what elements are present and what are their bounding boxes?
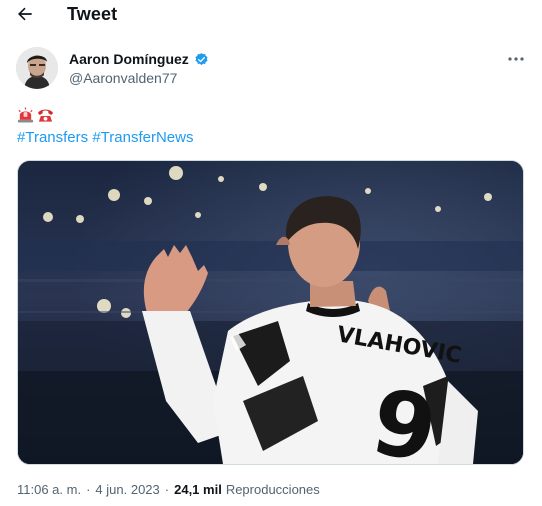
tweet-image[interactable]: VLAHOVIC 9 bbox=[17, 160, 524, 465]
author-handle[interactable]: @Aaronvalden77 bbox=[69, 70, 177, 86]
page-title: Tweet bbox=[67, 4, 118, 24]
more-horizontal-icon bbox=[508, 57, 524, 61]
views-label: Reproducciones bbox=[225, 482, 320, 497]
tweet-meta: 11:06 a. m. · 4 jun. 2023 · 24,1 mil Rep… bbox=[17, 482, 320, 497]
meta-separator: · bbox=[86, 482, 91, 497]
rotating-light-icon bbox=[17, 107, 34, 123]
verified-badge-icon bbox=[195, 52, 208, 65]
arrow-left-icon bbox=[18, 7, 32, 21]
meta-separator: · bbox=[164, 482, 170, 497]
views-count: 24,1 mil bbox=[174, 482, 222, 497]
avatar-image bbox=[16, 47, 58, 89]
hashtag-transfers[interactable]: #Transfers bbox=[17, 129, 88, 146]
football-player-photo: VLAHOVIC 9 bbox=[18, 161, 523, 464]
hashtag-line: #Transfers #TransferNews bbox=[17, 129, 193, 146]
top-bar: Tweet bbox=[0, 0, 542, 30]
hashtag-transfernews[interactable]: #TransferNews bbox=[92, 129, 193, 146]
telephone-icon bbox=[37, 109, 54, 122]
author-name-text: Aaron Domínguez bbox=[69, 51, 189, 67]
author-name[interactable]: Aaron Domínguez bbox=[69, 51, 209, 67]
emoji-row bbox=[17, 107, 54, 123]
avatar[interactable] bbox=[16, 47, 58, 89]
tweet-time[interactable]: 11:06 a. m. bbox=[17, 482, 81, 497]
back-button[interactable] bbox=[13, 2, 37, 26]
tweet-date[interactable]: 4 jun. 2023 bbox=[95, 482, 159, 497]
more-options-button[interactable] bbox=[506, 52, 526, 66]
